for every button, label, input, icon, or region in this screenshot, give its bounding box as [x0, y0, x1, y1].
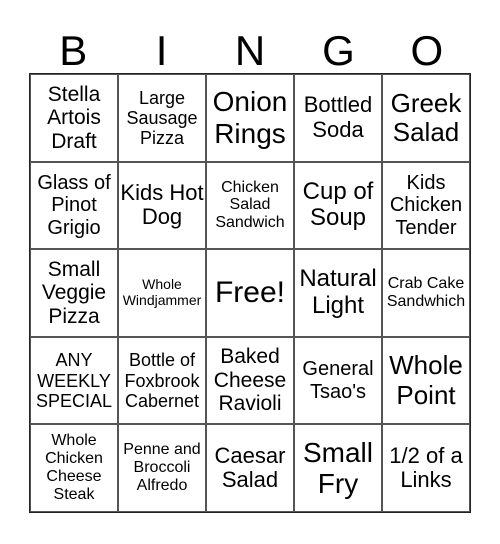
bingo-cell[interactable]: General Tsao's — [294, 336, 382, 425]
header-letter-o: O — [410, 27, 444, 74]
bingo-cell[interactable]: 1/2 of a Links — [382, 424, 470, 512]
bingo-cell[interactable]: Penne and Broccoli Alfredo — [118, 424, 206, 512]
bingo-cell[interactable]: Whole Windjammer — [118, 249, 206, 337]
bingo-cell[interactable]: Greek Salad — [382, 74, 470, 162]
bingo-cell[interactable]: Small Veggie Pizza — [30, 249, 118, 337]
free-space[interactable]: Free! — [206, 249, 294, 337]
bingo-cell[interactable]: Kids Hot Dog — [118, 161, 206, 250]
bingo-cell[interactable]: Large Sausage Pizza — [118, 74, 206, 162]
bingo-cell[interactable]: Chicken Salad Sandwich — [206, 161, 294, 250]
bingo-cell[interactable]: Whole Point — [382, 336, 470, 425]
bingo-cell[interactable]: Natural Light — [294, 249, 382, 337]
bingo-cell[interactable]: Crab Cake Sandwhich — [382, 249, 470, 337]
bingo-cell[interactable]: Whole Chicken Cheese Steak — [30, 424, 118, 512]
bingo-cell[interactable]: ANY WEEKLY SPECIAL — [30, 336, 118, 425]
bingo-cell[interactable]: Small Fry — [294, 424, 382, 512]
bingo-cell[interactable]: Bottle of Foxbrook Cabernet — [118, 336, 206, 425]
bingo-grid: Stella Artois Draft Large Sausage Pizza … — [29, 73, 471, 513]
header-letter-b: B — [59, 27, 88, 74]
bingo-cell[interactable]: Bottled Soda — [294, 74, 382, 162]
header-letter-n: N — [234, 27, 266, 74]
header-letter-g: G — [322, 27, 355, 74]
bingo-cell[interactable]: Kids Chicken Tender — [382, 161, 470, 250]
bingo-cell[interactable]: Caesar Salad — [206, 424, 294, 512]
bingo-cell[interactable]: Glass of Pinot Grigio — [30, 161, 118, 250]
bingo-cell[interactable]: Cup of Soup — [294, 161, 382, 250]
header-letter-i: I — [155, 27, 168, 74]
bingo-cell[interactable]: Onion Rings — [206, 74, 294, 162]
bingo-cell[interactable]: Baked Cheese Ravioli — [206, 336, 294, 425]
bingo-cell[interactable]: Stella Artois Draft — [30, 74, 118, 162]
bingo-header: B I N G O — [29, 28, 471, 73]
